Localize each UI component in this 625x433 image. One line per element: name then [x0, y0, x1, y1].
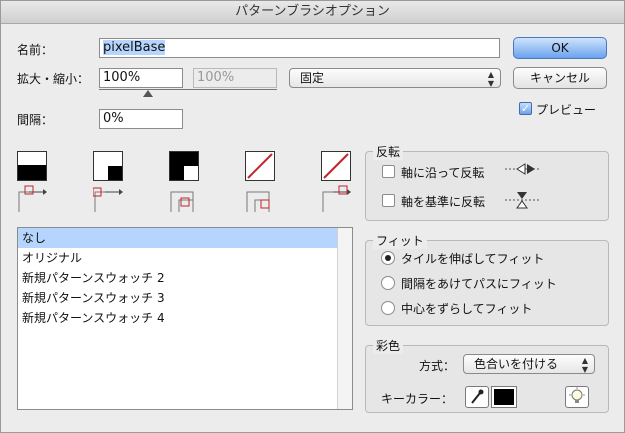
key-color-label: キーカラー：: [381, 392, 454, 406]
spacing-field[interactable]: 0%: [99, 109, 183, 129]
flip-group: [365, 151, 609, 221]
scale-field[interactable]: 100%: [99, 68, 183, 88]
end-tile-position-icon: [322, 185, 351, 212]
name-value: pixelBase: [103, 40, 166, 55]
side-tile-icon: [18, 165, 46, 180]
list-item[interactable]: 新規パターンスウォッチ 4: [18, 308, 352, 328]
flip-along-label: 軸に沿って反転: [401, 166, 485, 180]
scale-slider-handle[interactable]: [143, 90, 153, 97]
fit-approximate-label: 中心をずらしてフィット: [401, 302, 533, 316]
eyedropper-button[interactable]: [465, 386, 489, 408]
inner-corner-tile-icon: [170, 152, 198, 180]
flip-along-icon: [505, 163, 539, 175]
fit-approximate-radio[interactable]: [381, 301, 395, 315]
start-tile-button[interactable]: [245, 151, 275, 181]
colorization-method-value: 色合いを付ける: [474, 357, 559, 371]
chevron-updown-icon: ▲ ▼: [487, 70, 494, 88]
pattern-swatch-list[interactable]: なし オリジナル 新規パターンスウォッチ 2 新規パターンスウォッチ 3 新規パ…: [17, 227, 353, 410]
scale-max-field: 100%: [193, 68, 277, 88]
scale-label: 拡大・縮小：: [17, 72, 90, 86]
fit-stretch-label: タイルを伸ばしてフィット: [401, 252, 545, 266]
fit-group-title: フィット: [373, 232, 427, 249]
spacing-label: 間隔：: [17, 113, 54, 127]
none-slash-icon: [323, 153, 349, 179]
tips-button[interactable]: [565, 386, 589, 408]
preview-checkbox[interactable]: ✓: [519, 102, 532, 115]
fit-spacing-label: 間隔をあけてパスにフィット: [401, 277, 557, 291]
name-label: 名前：: [17, 43, 54, 57]
colorization-method-select[interactable]: 色合いを付ける ▲ ▼: [463, 354, 595, 374]
key-color-swatch[interactable]: [491, 386, 517, 408]
pattern-brush-options-dialog: パターンブラシオプション 名前： pixelBase OK キャンセル 拡大・縮…: [0, 0, 625, 433]
fit-spacing-radio[interactable]: [381, 276, 395, 290]
ok-button[interactable]: OK: [513, 37, 607, 59]
lightbulb-icon: [569, 387, 585, 403]
side-tile-position-icon: [18, 185, 47, 212]
chevron-updown-icon: ▲ ▼: [581, 356, 588, 374]
outer-corner-tile-position-icon: [93, 187, 123, 212]
inner-corner-tile-position-icon: [170, 191, 194, 212]
list-scrollbar[interactable]: [337, 228, 352, 409]
flip-across-checkbox[interactable]: [382, 194, 395, 207]
scale-slider-track[interactable]: [99, 89, 277, 90]
end-tile-button[interactable]: [321, 151, 351, 181]
window-title: パターンブラシオプション: [1, 1, 624, 24]
scale-mode-select[interactable]: 固定 ▲ ▼: [289, 68, 501, 88]
outer-corner-tile-icon: [108, 166, 122, 180]
list-item[interactable]: 新規パターンスウォッチ 3: [18, 288, 352, 308]
name-field[interactable]: pixelBase: [99, 38, 500, 58]
list-item[interactable]: オリジナル: [18, 248, 352, 268]
fit-stretch-radio[interactable]: [381, 251, 395, 265]
list-item[interactable]: なし: [18, 228, 352, 248]
flip-across-icon: [505, 192, 539, 209]
key-color-fill: [494, 389, 514, 405]
colorization-group-title: 彩色: [373, 337, 404, 354]
outer-corner-tile-button[interactable]: [93, 151, 123, 181]
side-tile-button[interactable]: [17, 151, 47, 181]
list-item[interactable]: 新規パターンスウォッチ 2: [18, 268, 352, 288]
cancel-button[interactable]: キャンセル: [513, 67, 607, 89]
eyedropper-icon: [471, 389, 484, 404]
scale-mode-value: 固定: [300, 71, 325, 85]
flip-along-checkbox[interactable]: [382, 165, 395, 178]
inner-corner-tile-button[interactable]: [169, 151, 199, 181]
start-tile-position-icon: [246, 191, 270, 212]
method-label: 方式：: [419, 359, 456, 373]
preview-label: プレビュー: [536, 103, 597, 117]
none-slash-icon: [247, 153, 273, 179]
flip-group-title: 反転: [373, 143, 404, 160]
flip-across-label: 軸を基準に反転: [401, 195, 486, 209]
